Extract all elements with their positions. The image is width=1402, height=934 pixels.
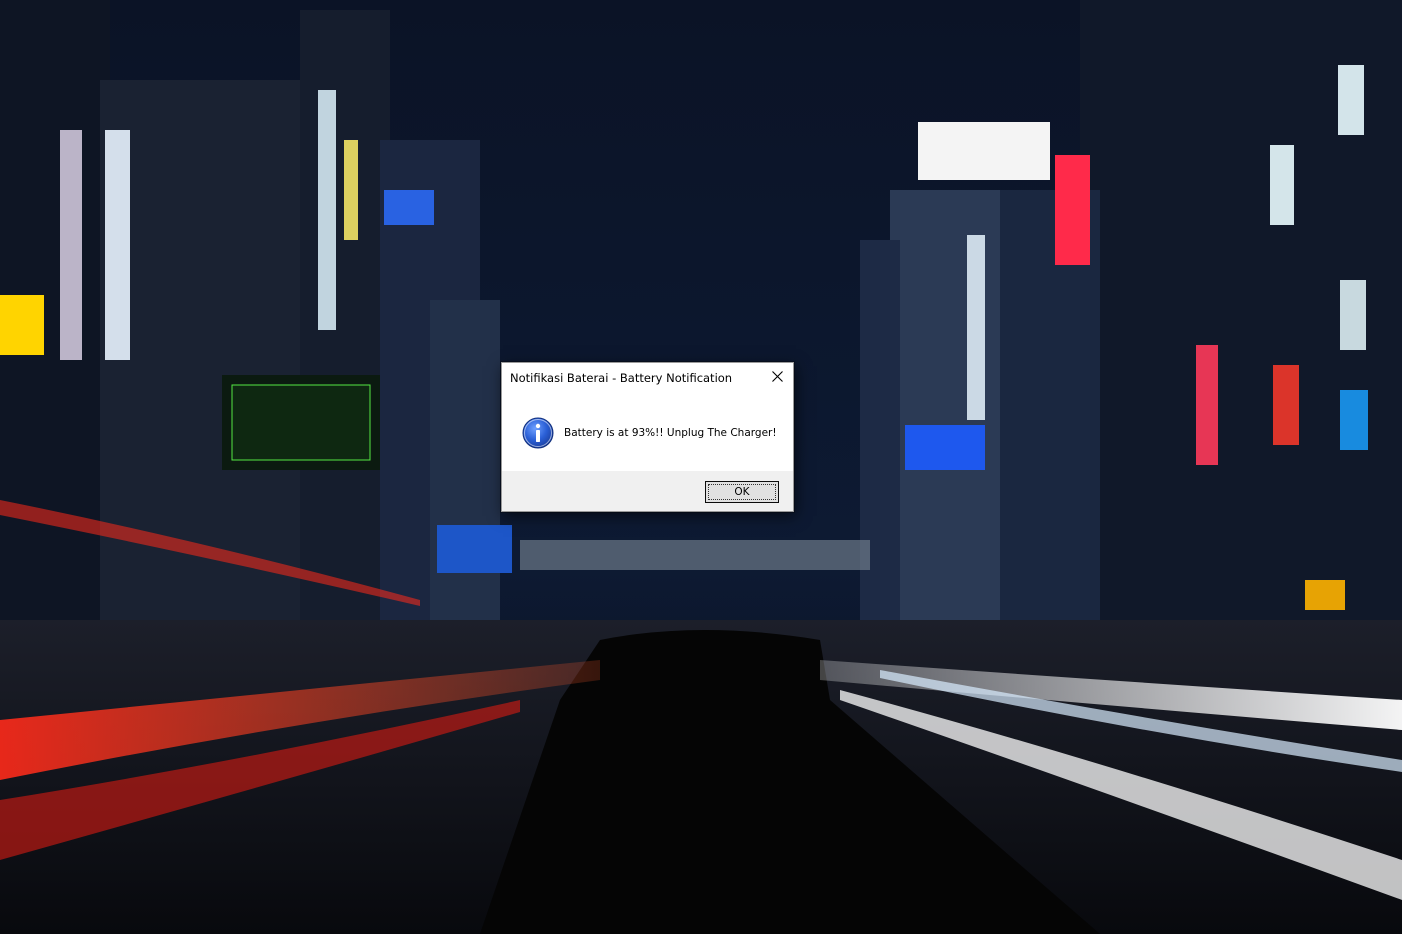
close-button[interactable] — [763, 363, 793, 391]
ok-button[interactable]: OK — [705, 481, 779, 503]
dialog-message: Battery is at 93%!! Unplug The Charger! — [564, 427, 777, 439]
dialog-body: Battery is at 93%!! Unplug The Charger! — [502, 393, 793, 471]
dialog-titlebar[interactable]: Notifikasi Baterai - Battery Notificatio… — [502, 363, 793, 393]
information-icon — [522, 417, 554, 449]
dialog-title: Notifikasi Baterai - Battery Notificatio… — [510, 371, 733, 385]
dialog-footer: OK — [502, 471, 793, 511]
battery-notification-dialog: Notifikasi Baterai - Battery Notificatio… — [501, 362, 794, 512]
close-icon — [772, 371, 783, 382]
desktop: Notifikasi Baterai - Battery Notificatio… — [0, 0, 1402, 934]
